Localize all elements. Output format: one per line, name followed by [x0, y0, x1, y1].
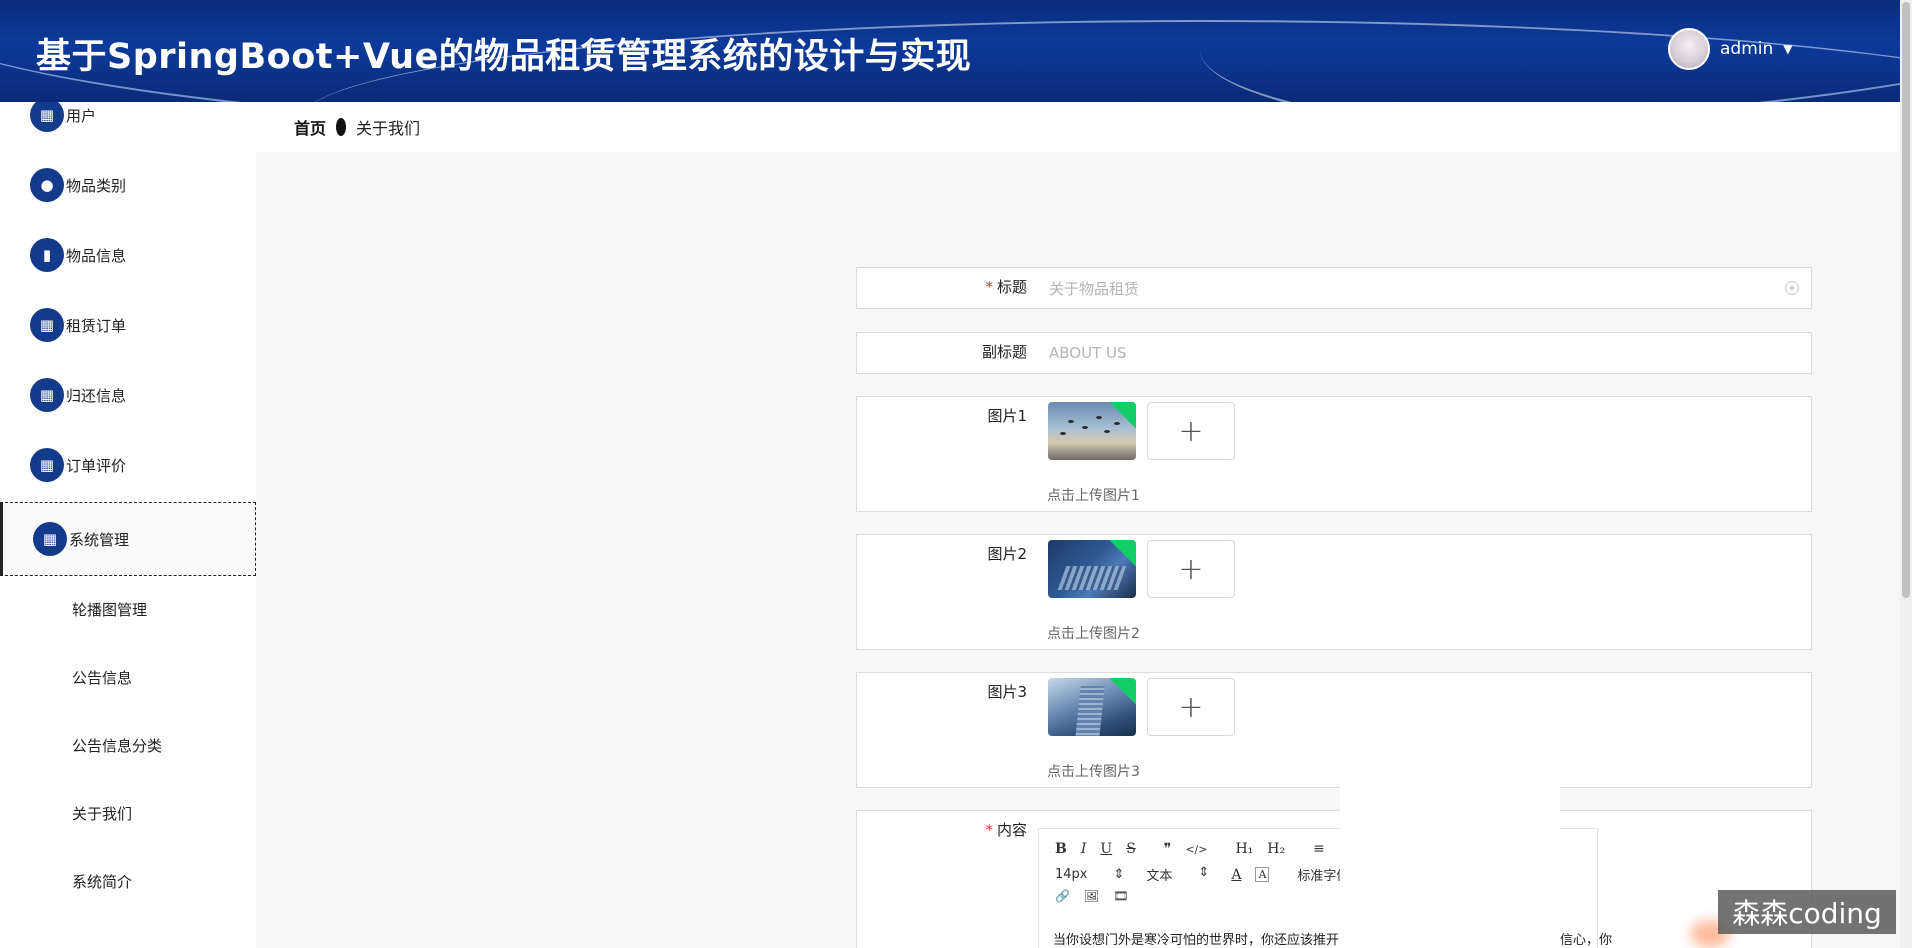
breadcrumb-home[interactable]: 首页 — [294, 115, 326, 139]
block-type-value: 文本 — [1146, 869, 1173, 884]
subtitle-label: 副标题 — [981, 343, 1027, 361]
title-label-text: 标题 — [996, 278, 1027, 296]
upload-success-icon — [1108, 402, 1136, 429]
form-row-pic1: 图片1 + 点击上传图片1 — [856, 396, 1812, 512]
font-color-button[interactable]: A — [1231, 867, 1241, 883]
sidebar-item-return-info[interactable]: ▦ 归还信息 — [0, 360, 256, 430]
link-icon[interactable]: 🔗 — [1055, 889, 1070, 903]
sidebar-item-order-review[interactable]: ▦ 订单评价 — [0, 430, 256, 500]
scrollbar-thumb[interactable] — [1902, 2, 1910, 598]
subtitle-input[interactable]: ABOUT US — [1039, 333, 1811, 373]
upload-button-pic1[interactable]: + — [1147, 402, 1235, 460]
required-mark: * — [985, 821, 993, 839]
upload-tip-pic2: 点击上传图片2 — [1047, 626, 1140, 642]
submenu-item-about-us[interactable]: 关于我们 — [0, 779, 256, 847]
pic1-label: 图片1 — [987, 407, 1027, 425]
header-swoosh — [1200, 0, 1900, 102]
content-label-text: 内容 — [996, 821, 1027, 839]
font-size-select[interactable]: 14px ⇕ — [1055, 867, 1124, 882]
h2-button[interactable]: H₂ — [1267, 841, 1285, 857]
chevron-updown-icon: ⇕ — [1198, 865, 1210, 880]
submenu-item-notice-category[interactable]: 公告信息分类 — [0, 711, 256, 779]
code-button[interactable]: </> — [1185, 843, 1207, 856]
upload-tip-pic3: 点击上传图片3 — [1047, 764, 1140, 780]
grid-icon: ▦ — [30, 102, 64, 132]
upload-success-icon — [1108, 678, 1136, 705]
breadcrumb-separator-icon — [336, 118, 347, 136]
font-size-value: 14px — [1055, 867, 1088, 882]
sidebar-item-item-category[interactable]: ● 物品类别 — [0, 150, 256, 220]
title-label: * 标题 — [857, 276, 1027, 297]
avatar[interactable] — [1668, 28, 1710, 70]
sidebar-item-system-management[interactable]: ▦ 系统管理 — [0, 502, 256, 576]
chevron-updown-icon: ⇕ — [1113, 867, 1125, 882]
quote-button[interactable]: ❞ — [1164, 841, 1172, 857]
italic-button[interactable]: I — [1081, 841, 1087, 857]
video-icon[interactable]: 🎞 — [1113, 889, 1128, 903]
book-icon: ▮ — [30, 238, 64, 272]
clear-icon[interactable] — [1785, 281, 1799, 295]
sidebar-item-item-info[interactable]: ▮ 物品信息 — [0, 220, 256, 290]
sidebar-item-label: 系统管理 — [69, 530, 130, 549]
sidebar-item-user[interactable]: ▦ 用户 — [0, 102, 256, 150]
sidebar: ▦ 用户 ● 物品类别 ▮ 物品信息 ▦ 租赁订单 ▦ 归还信息 ▦ 订单评价 … — [0, 102, 256, 948]
username[interactable]: admin — [1720, 39, 1773, 59]
sidebar-item-label: 订单评价 — [66, 456, 127, 475]
user-icon: ● — [30, 168, 64, 202]
upload-button-pic3[interactable]: + — [1147, 678, 1235, 736]
h1-button[interactable]: H₁ — [1235, 841, 1253, 857]
sidebar-item-label: 归还信息 — [66, 386, 127, 405]
background-color-button[interactable]: A — [1255, 867, 1270, 882]
title-input[interactable]: 关于物品租赁 — [1039, 268, 1811, 308]
page-scrollbar[interactable] — [1900, 0, 1912, 948]
grid-icon: ▦ — [30, 378, 64, 412]
sidebar-item-label: 租赁订单 — [66, 316, 127, 335]
submenu-item-notice[interactable]: 公告信息 — [0, 643, 256, 711]
bold-button[interactable]: B — [1055, 841, 1067, 857]
editor-toolbar-row-3: 🔗 🖼 🎞 — [1055, 889, 1142, 903]
uploaded-image-1[interactable] — [1048, 402, 1136, 460]
breadcrumb-current: 关于我们 — [356, 119, 421, 138]
submenu-item-carousel[interactable]: 轮播图管理 — [0, 575, 256, 643]
grid-icon: ▦ — [33, 522, 67, 556]
form-row-subtitle: 副标题 ABOUT US — [856, 332, 1812, 374]
pic2-label: 图片2 — [987, 545, 1027, 563]
image-icon[interactable]: 🖼 — [1084, 889, 1099, 903]
app-header: 基于SpringBoot+Vue的物品租赁管理系统的设计与实现 admin ▼ — [0, 0, 1900, 102]
block-type-select[interactable]: 文本 ⇕ — [1146, 865, 1209, 884]
caret-down-icon[interactable]: ▼ — [1783, 42, 1792, 56]
grid-icon: ▦ — [30, 448, 64, 482]
sidebar-item-label: 物品类别 — [66, 176, 127, 195]
upload-tip-pic1: 点击上传图片1 — [1047, 488, 1140, 504]
sidebar-item-label: 物品信息 — [66, 246, 127, 265]
watermark: 森森coding — [1718, 890, 1896, 934]
sidebar-item-label: 用户 — [66, 106, 97, 125]
ordered-list-button[interactable]: ≡ — [1313, 841, 1325, 857]
pic3-label: 图片3 — [987, 683, 1027, 701]
uploaded-image-2[interactable] — [1048, 540, 1136, 598]
submenu-item-system-intro[interactable]: 系统简介 — [0, 847, 256, 915]
grid-icon: ▦ — [30, 308, 64, 342]
upload-button-pic2[interactable]: + — [1147, 540, 1235, 598]
user-menu[interactable]: admin ▼ — [1668, 28, 1793, 70]
underline-button[interactable]: U — [1100, 841, 1112, 857]
sidebar-item-rental-order[interactable]: ▦ 租赁订单 — [0, 290, 256, 360]
uploaded-image-3[interactable] — [1048, 678, 1136, 736]
breadcrumb: 首页 关于我们 — [256, 102, 1900, 152]
content-label: * 内容 — [857, 819, 1027, 840]
strike-button[interactable]: S — [1126, 841, 1136, 857]
main-content: * 标题 关于物品租赁 副标题 ABOUT US 图片1 + 点击上传图片1 图片… — [256, 152, 1900, 948]
form-row-title: * 标题 关于物品租赁 — [856, 267, 1812, 309]
required-mark: * — [985, 278, 993, 296]
app-title: 基于SpringBoot+Vue的物品租赁管理系统的设计与实现 — [36, 37, 972, 77]
form-row-pic3: 图片3 + 点击上传图片3 — [856, 672, 1812, 788]
upload-success-icon — [1108, 540, 1136, 567]
form-row-pic2: 图片2 + 点击上传图片2 — [856, 534, 1812, 650]
overlay-panel — [1340, 760, 1560, 948]
